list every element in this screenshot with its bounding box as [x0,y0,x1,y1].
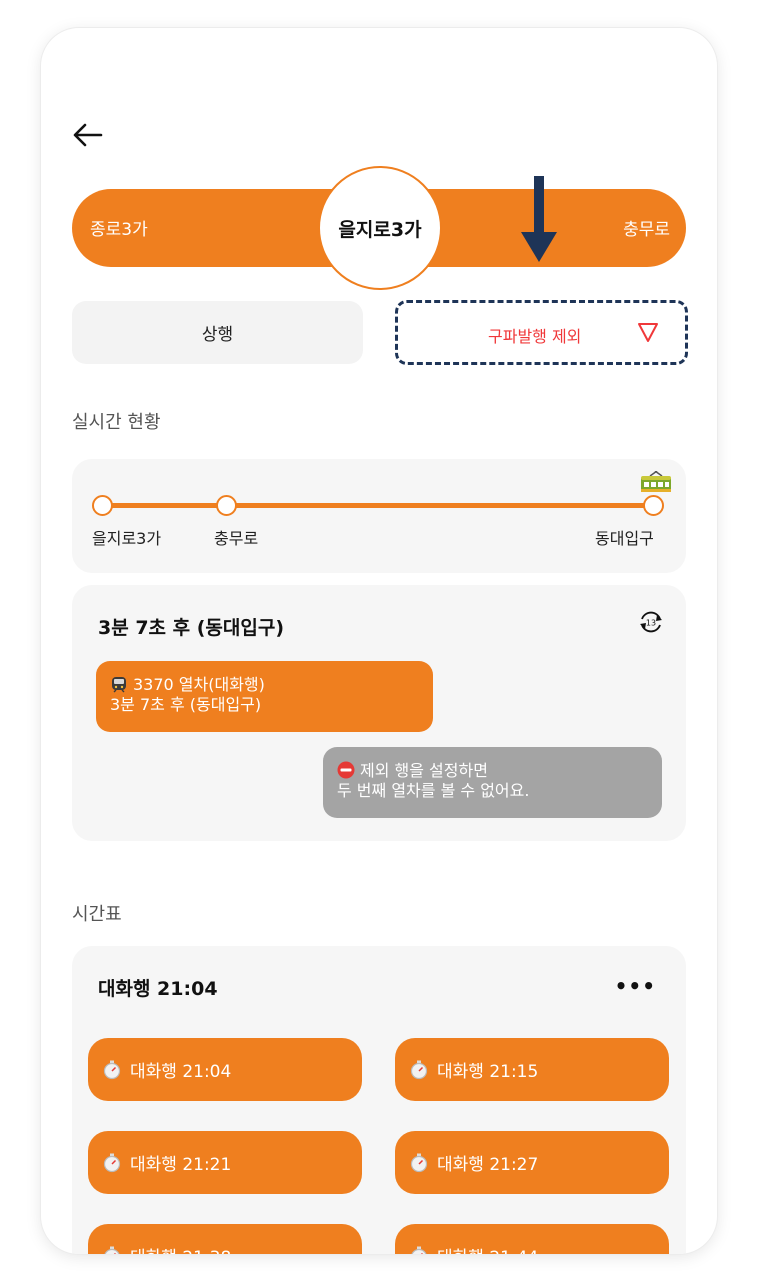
train-bubble-line2: 3분 7초 후 (동대입구) [110,695,262,714]
track-station-label: 동대입구 [595,529,654,548]
slot-label: 대화행 21:38 [130,1243,231,1254]
train-arrival-bubble: 3370 열차(대화행) 3분 7초 후 (동대입구) [96,661,433,732]
slot-label: 대화행 21:27 [437,1155,539,1175]
timetable-title: 대화행 21:04 [98,978,218,1000]
svg-text:13: 13 [646,619,656,628]
tram-icon [641,471,671,492]
stopwatch-icon [411,1246,427,1254]
stopwatch-icon [104,1246,120,1254]
slot-label: 대화행 21:21 [130,1155,232,1175]
exclude-destination-filter[interactable]: 구파발행 제외 [395,300,688,365]
notice-bubble-line2: 두 번째 열차를 볼 수 없어요. [337,781,530,800]
notice-bubble: 제외 행을 설정하면 두 번째 열차를 볼 수 없어요. [323,747,662,818]
track-node [92,495,113,516]
slot-label: 대화행 21:04 [130,1062,232,1082]
triangle-down-icon [638,323,658,342]
timetable-card: 대화행 21:04 ••• 대화행 21:04 대화행 21:15 대화행 21… [72,946,686,1254]
refresh-icon[interactable]: 13 [638,609,664,635]
current-station-badge: 을지로3가 [318,166,442,290]
annotation-down-arrow-icon [521,176,557,262]
next-station-button[interactable]: 충무로 [623,215,670,240]
track-node [216,495,237,516]
more-options-button[interactable]: ••• [615,974,656,998]
slot-label: 대화행 21:44 [437,1243,538,1254]
timetable-section-title: 시간표 [72,904,122,925]
arrival-title: 3분 7초 후 (동대입구) [98,617,285,639]
slot-label: 대화행 21:15 [437,1062,539,1082]
track-node [643,495,664,516]
realtime-section-title: 실시간 현황 [72,412,161,433]
filter-label: 구파발행 제외 [488,327,582,346]
arrow-left-icon[interactable] [71,120,105,150]
stopwatch-icon [410,1060,428,1079]
track-station-label: 충무로 [214,529,259,548]
timetable-slot[interactable]: 대화행 21:38 [88,1224,362,1254]
stopwatch-icon [410,1153,428,1172]
track-station-label: 을지로3가 [92,529,162,548]
realtime-track-card: 을지로3가 충무로 동대입구 [72,459,686,573]
timetable-slot[interactable]: 대화행 21:44 [395,1224,669,1254]
arrival-card: 3분 7초 후 (동대입구) 13 3370 열차(대화행) 3분 7초 후 (… [72,585,686,841]
track-line [102,503,658,508]
timetable-slot[interactable]: 대화행 21:04 [88,1038,362,1101]
stopwatch-icon [103,1153,121,1172]
stopwatch-icon [103,1060,121,1079]
timetable-slot[interactable]: 대화행 21:27 [395,1131,669,1194]
train-bubble-line1: 3370 열차(대화행) [133,675,265,694]
phone-screen: 종로3가 충무로 을지로3가 상행 구파발행 제외 실시간 현황 을지로3가 충… [41,28,717,1254]
no-entry-icon [337,761,355,779]
metro-icon [112,677,126,693]
timetable-slot[interactable]: 대화행 21:15 [395,1038,669,1101]
notice-bubble-line1: 제외 행을 설정하면 [360,761,488,780]
prev-station-button[interactable]: 종로3가 [90,215,148,240]
timetable-slot[interactable]: 대화행 21:21 [88,1131,362,1194]
direction-button[interactable]: 상행 [72,301,363,364]
